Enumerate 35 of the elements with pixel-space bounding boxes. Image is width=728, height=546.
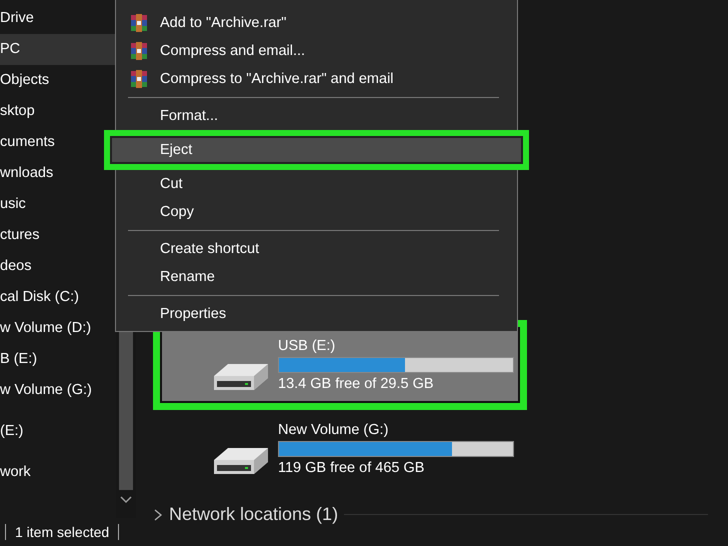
sidebar-item[interactable]: Objects — [0, 65, 116, 96]
drive-free-space: 13.4 GB free of 29.5 GB — [278, 376, 435, 392]
sidebar-item[interactable]: usic — [0, 189, 116, 220]
scroll-down-icon[interactable] — [120, 496, 132, 504]
sidebar-item[interactable]: Drive — [0, 3, 116, 34]
sidebar-item[interactable]: deos — [0, 251, 116, 282]
menu-item[interactable]: Copy — [120, 198, 513, 226]
drive-name: New Volume (G:) — [278, 422, 390, 438]
menu-item[interactable]: Compress and email... — [120, 37, 513, 65]
sidebar-item[interactable]: w Volume (G:) — [0, 375, 116, 406]
archive-icon — [130, 14, 148, 32]
section-header[interactable]: Network locations (1) — [169, 504, 338, 525]
menu-item[interactable]: Format... — [120, 102, 513, 130]
menu-item[interactable]: Add to "Archive.rar" — [120, 9, 513, 37]
menu-item[interactable]: Compress to "Archive.rar" and email — [120, 65, 513, 93]
status-text: 1 item selected — [14, 524, 110, 540]
sidebar-item[interactable]: B (E:) — [0, 344, 116, 375]
drive-icon — [212, 362, 270, 392]
menu-item[interactable]: Rename — [120, 263, 513, 291]
drive-free-space: 119 GB free of 465 GB — [278, 460, 426, 476]
sidebar-item[interactable]: work — [0, 457, 116, 488]
drive-name: USB (E:) — [278, 338, 336, 354]
sidebar-item[interactable]: (E:) — [0, 416, 116, 447]
drive-icon — [212, 446, 270, 476]
menu-item[interactable]: Create shortcut — [120, 235, 513, 263]
sidebar-item[interactable]: PC — [0, 34, 116, 65]
sidebar-item[interactable]: w Volume (D:) — [0, 313, 116, 344]
sidebar-item[interactable]: ctures — [0, 220, 116, 251]
menu-item[interactable]: Cut — [120, 170, 513, 198]
chevron-icon[interactable] — [153, 508, 163, 522]
sidebar-item[interactable]: cal Disk (C:) — [0, 282, 116, 313]
archive-icon — [130, 70, 148, 88]
archive-icon — [130, 42, 148, 60]
menu-item[interactable]: Eject — [104, 130, 529, 170]
sidebar-item[interactable]: sktop — [0, 96, 116, 127]
